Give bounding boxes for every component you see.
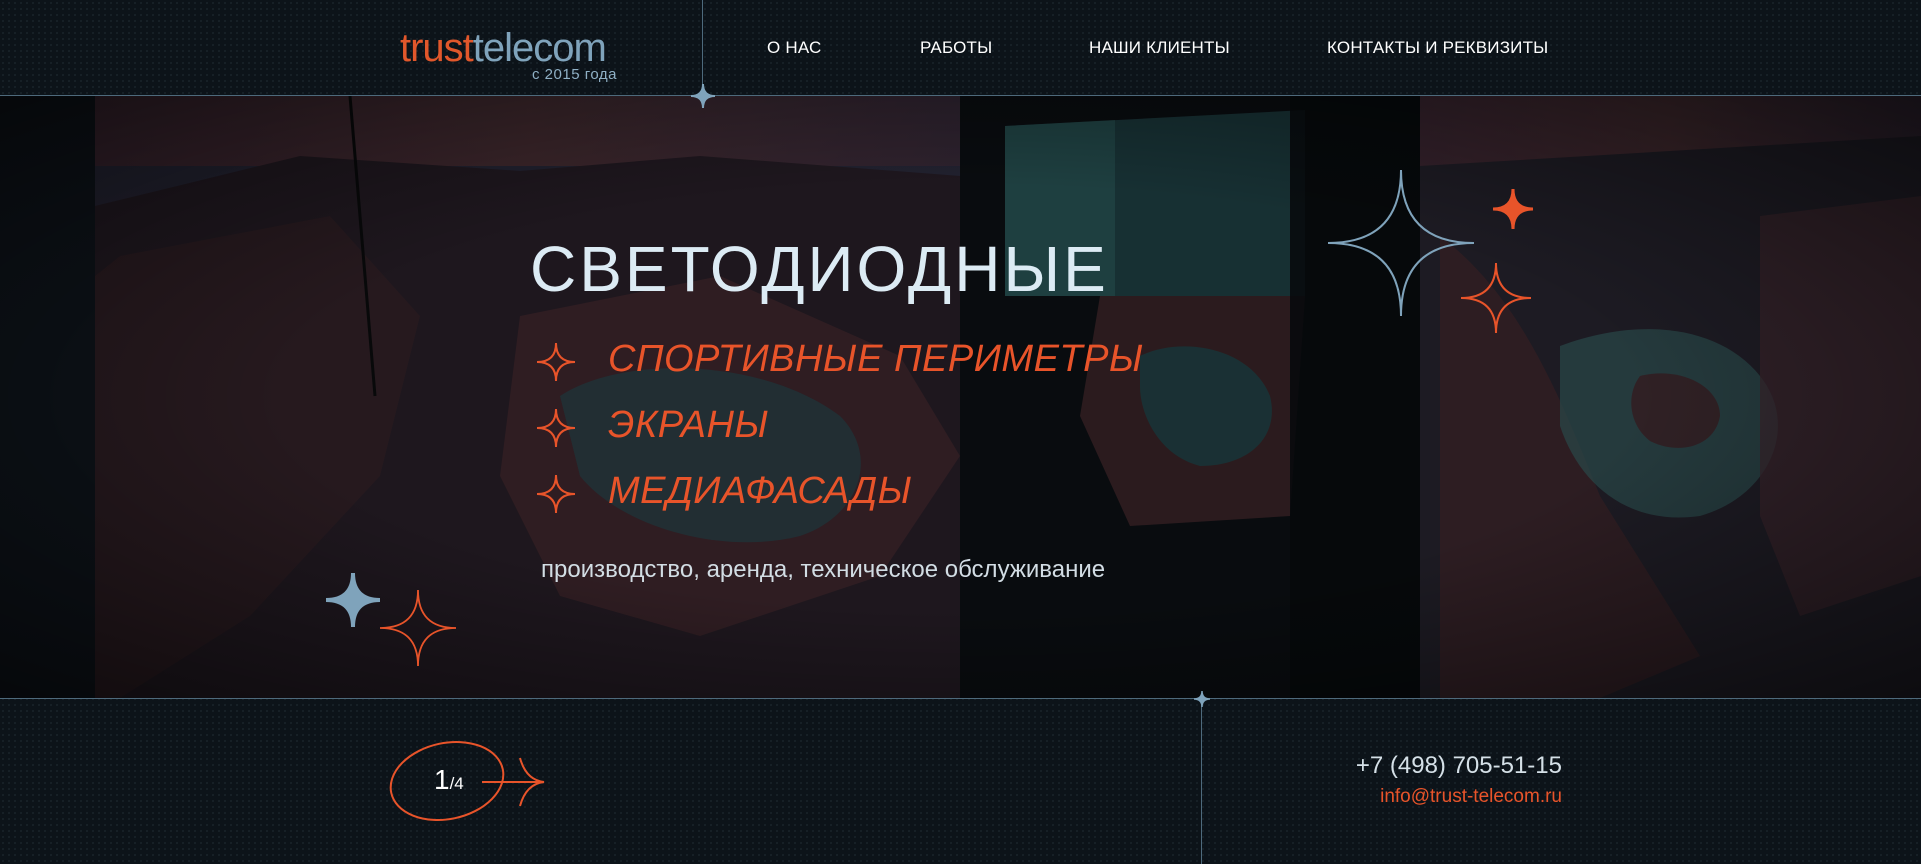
star-filled-blue-icon <box>325 572 381 628</box>
header-divider <box>702 0 703 96</box>
line-marker-star-icon <box>690 83 716 109</box>
service-label: МЕДИАФАСАДЫ <box>608 470 912 512</box>
slider-pager[interactable]: 1/4 <box>385 736 545 826</box>
service-label: СПОРТИВНЫЕ ПЕРИМЕТРЫ <box>608 338 1144 380</box>
hero-section <box>0 96 1921 698</box>
star-outline-orange-small-icon <box>379 589 457 667</box>
arrow-right-icon[interactable] <box>480 756 550 808</box>
hero-subtitle: производство, аренда, техническое обслуж… <box>541 556 1106 583</box>
footer-divider <box>1201 698 1202 864</box>
nav-item-works[interactable]: РАБОТЫ <box>920 38 992 58</box>
logo-since-text: с 2015 года <box>532 66 617 83</box>
contact-phone-link[interactable]: +7 (498) 705-51-15 <box>1300 752 1562 780</box>
star-filled-small-icon <box>1492 188 1534 230</box>
star-outline-icon <box>536 474 576 514</box>
nav-item-clients[interactable]: НАШИ КЛИЕНТЫ <box>1089 38 1230 58</box>
star-outline-icon <box>536 408 576 448</box>
hero-title: СВЕТОДИОДНЫЕ <box>530 233 1109 305</box>
nav-item-contacts[interactable]: КОНТАКТЫ И РЕКВИЗИТЫ <box>1327 38 1548 58</box>
hero-bottom-line <box>0 698 1921 699</box>
contact-email-link[interactable]: info@trust-telecom.ru <box>1300 786 1562 808</box>
service-label: ЭКРАНЫ <box>608 404 769 446</box>
pager-current: 1 <box>434 764 450 795</box>
star-outline-orange-icon <box>1460 262 1532 334</box>
hero-background-image <box>0 96 1921 698</box>
star-outline-large-icon <box>1327 169 1475 317</box>
pager-total: /4 <box>449 774 464 793</box>
site-header: trusttelecom с 2015 года О НАС РАБОТЫ НА… <box>0 0 1921 96</box>
logo-link[interactable]: trusttelecom с 2015 года <box>400 24 616 83</box>
logo-trust-text: trust <box>400 26 474 70</box>
nav-item-about[interactable]: О НАС <box>767 38 821 58</box>
logo-telecom-text: telecom <box>472 26 607 70</box>
star-outline-icon <box>536 342 576 382</box>
line-marker-star-small-icon <box>1193 690 1211 708</box>
logo-wordmark: trusttelecom <box>400 26 607 70</box>
pager-count: 1/4 <box>434 764 464 796</box>
